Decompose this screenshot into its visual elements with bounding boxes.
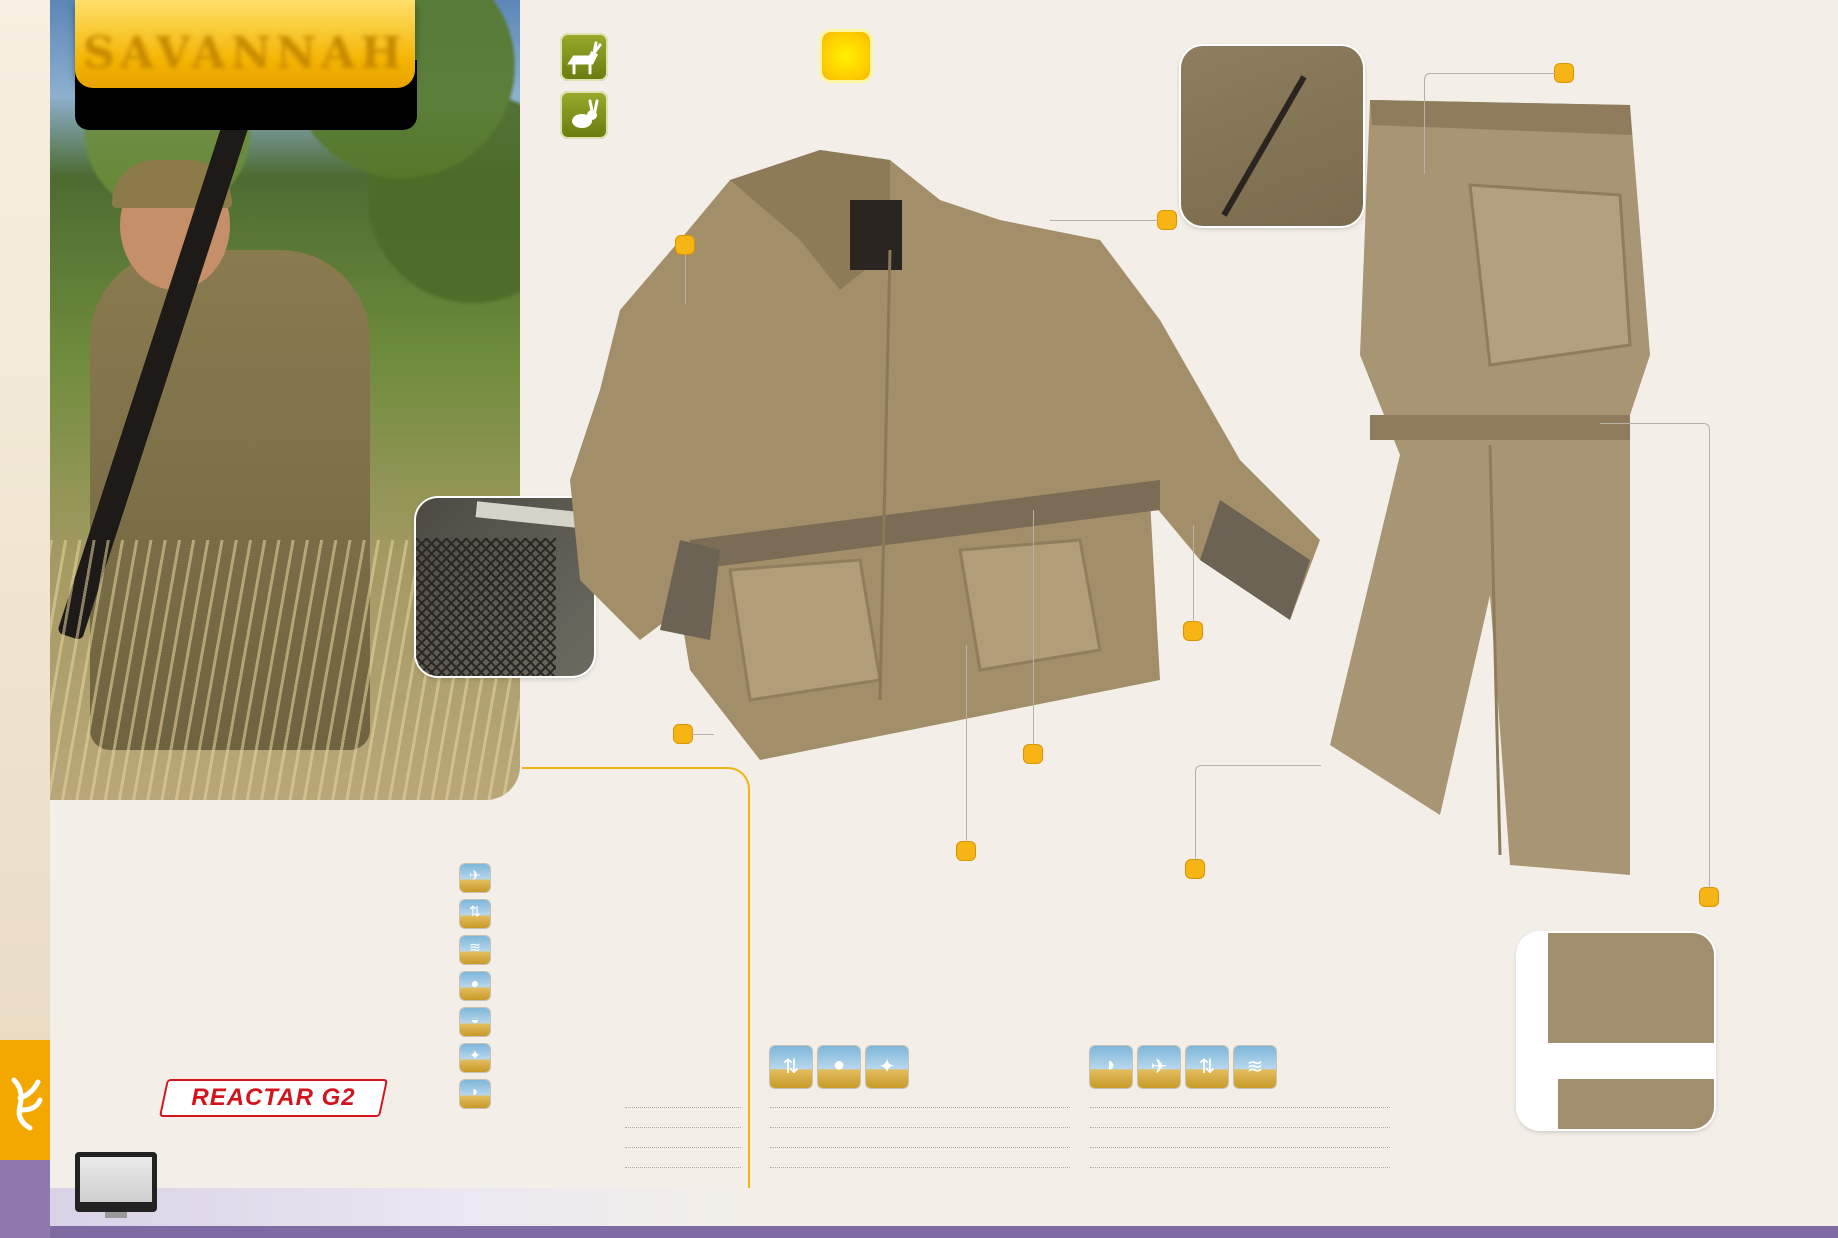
callout-leader — [1050, 220, 1158, 221]
spec-line — [770, 1147, 1070, 1148]
sun-icon — [822, 32, 870, 80]
brand-tab — [0, 1040, 50, 1160]
left-purple-strip — [0, 1160, 50, 1238]
tech-icon-3: ✦ — [866, 1046, 908, 1088]
feature-icon-1: ✈ — [460, 864, 490, 892]
callout-marker — [1555, 64, 1573, 82]
collection-title: SAVANNAH — [83, 28, 407, 79]
tech-icon-2: ● — [818, 1046, 860, 1088]
detail-inset-sleeve-zip — [1181, 46, 1363, 226]
zip-line — [1221, 75, 1307, 217]
jacket-product-image — [570, 150, 1320, 760]
callout-marker — [674, 725, 692, 743]
spec-line — [770, 1107, 1070, 1108]
callout-leader — [966, 645, 967, 842]
monitor-stand — [105, 1212, 127, 1218]
tech-icon-1: ⇅ — [770, 1046, 812, 1088]
tech-icon-6: ⇅ — [1186, 1046, 1228, 1088]
callout-marker — [1700, 888, 1718, 906]
monitor-screen — [80, 1157, 152, 1202]
callout-marker — [1158, 211, 1176, 229]
detail-inset-zip-off-leg — [1518, 933, 1714, 1129]
tech-icon-4: ◗ — [1090, 1046, 1132, 1088]
feature-icon-6: ✦ — [460, 1044, 490, 1072]
callout-marker — [1184, 622, 1202, 640]
spec-line — [625, 1127, 741, 1128]
callout-leader — [685, 254, 686, 304]
spec-line — [770, 1127, 1070, 1128]
feature-icon-2: ⇅ — [460, 900, 490, 928]
collection-title-plate: SAVANNAH — [75, 0, 415, 88]
feature-icon-7: ◗ — [460, 1080, 490, 1108]
spec-line — [1090, 1147, 1390, 1148]
section-divider — [522, 767, 750, 1229]
reactar-logo-text: REACTAR G2 — [191, 1084, 356, 1111]
callout-marker — [957, 842, 975, 860]
rabbit-icon — [560, 91, 608, 139]
callout-leader — [1193, 525, 1194, 622]
feature-icon-4: ● — [460, 972, 490, 1000]
tech-icon-5: ✈ — [1138, 1046, 1180, 1088]
spec-line — [625, 1167, 741, 1168]
callout-leader — [1424, 73, 1556, 174]
spec-line — [625, 1147, 741, 1148]
callout-leader — [1033, 510, 1034, 745]
callout-leader — [1600, 423, 1710, 889]
spec-line — [1090, 1167, 1390, 1168]
website-monitor-icon — [75, 1152, 157, 1218]
callout-marker — [676, 236, 694, 254]
callout-leader — [1195, 765, 1321, 861]
mesh-pattern — [416, 538, 556, 676]
spec-line — [625, 1107, 741, 1108]
spec-line — [1090, 1107, 1390, 1108]
spec-line — [770, 1167, 1070, 1168]
callout-leader — [692, 734, 714, 735]
reactar-logo: REACTAR G2 — [158, 1079, 389, 1117]
callout-marker — [1024, 745, 1042, 763]
footer-bar — [50, 1226, 1838, 1238]
zip-off-upper — [1548, 933, 1714, 1043]
feature-icon-5: ◒ — [460, 1008, 490, 1036]
callout-marker — [1186, 860, 1204, 878]
zip-off-lower — [1558, 1079, 1714, 1129]
spec-line — [1090, 1127, 1390, 1128]
buckmark-icon — [11, 1077, 43, 1131]
feature-icon-3: ≋ — [460, 936, 490, 964]
tech-icon-7: ≋ — [1234, 1046, 1276, 1088]
deer-icon — [560, 33, 608, 81]
